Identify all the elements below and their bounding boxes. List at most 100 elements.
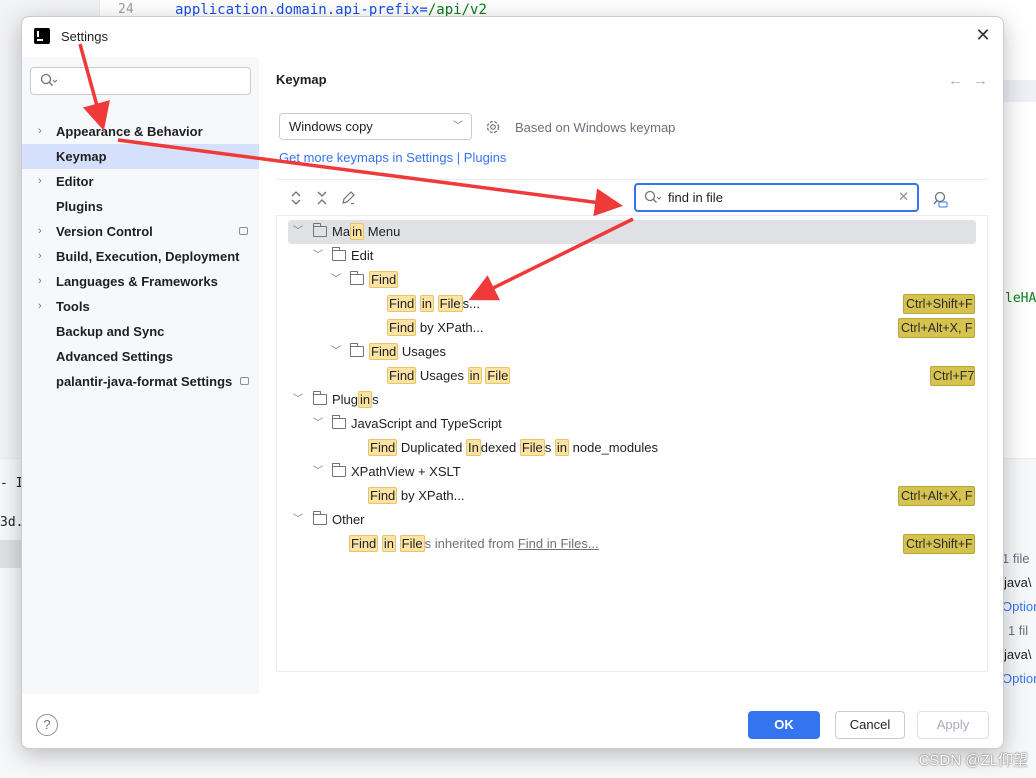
project-scope-icon bbox=[239, 227, 248, 235]
apply-button[interactable]: Apply bbox=[917, 711, 989, 739]
folder-icon bbox=[332, 463, 346, 477]
folder-icon bbox=[350, 343, 364, 357]
expand-all-icon[interactable] bbox=[288, 190, 304, 206]
get-more-keymaps-link[interactable]: Get more keymaps in Settings bbox=[279, 150, 453, 165]
keymap-select-value: Windows copy bbox=[289, 119, 373, 134]
edit-shortcut-icon[interactable] bbox=[340, 190, 356, 206]
tree-row-xpathview[interactable]: ﹀ XPathView + XSLT bbox=[277, 460, 987, 484]
tree-row-label: Edit bbox=[351, 248, 374, 263]
folder-icon bbox=[350, 271, 364, 285]
sidebar-item-languages[interactable]: › Languages & Frameworks bbox=[22, 269, 259, 294]
folder-icon bbox=[332, 247, 346, 261]
keymap-search-input[interactable] bbox=[668, 188, 888, 207]
sidebar-item-tools[interactable]: › Tools bbox=[22, 294, 259, 319]
chevron-down-icon: ﹀ bbox=[313, 418, 323, 429]
forward-arrow-icon[interactable]: → bbox=[973, 72, 998, 89]
plugins-link[interactable]: Plugins bbox=[464, 150, 507, 165]
chevron-right-icon: › bbox=[38, 275, 42, 287]
tree-row-label: Plug in s bbox=[332, 391, 379, 408]
settings-sidebar: › Appearance & Behavior Keymap › Editor Pl… bbox=[22, 57, 259, 694]
side-text-right: 1 file bbox=[1002, 551, 1030, 566]
sidebar-item-build[interactable]: › Build, Execution, Deployment bbox=[22, 244, 259, 269]
ok-button[interactable]: OK bbox=[748, 711, 820, 739]
chevron-right-icon: › bbox=[38, 250, 42, 262]
chevron-right-icon: › bbox=[38, 225, 42, 237]
tree-row-main-menu[interactable]: ﹀ Ma in Menu bbox=[288, 220, 976, 244]
settings-dialog: Settings ✕ › Appearance & Behavior Keymap… bbox=[21, 16, 1004, 749]
sidebar-item-version-control[interactable]: › Version Control bbox=[22, 219, 259, 244]
tree-row-label: Find in File s... bbox=[387, 295, 480, 312]
side-text-right: Option bbox=[1002, 671, 1036, 686]
folder-icon bbox=[313, 223, 327, 237]
watermark: CSDN @ZL仰望 bbox=[918, 752, 1028, 769]
chevron-down-icon: ﹀ bbox=[313, 466, 323, 477]
tree-row-plugins[interactable]: ﹀ Plug in s bbox=[277, 388, 987, 412]
bottom-selected-row bbox=[0, 540, 22, 568]
sidebar-item-advanced[interactable]: Advanced Settings bbox=[22, 344, 259, 369]
tree-row-label: Find Duplicated In dexed File s in node_mo… bbox=[368, 439, 658, 456]
tree-row-find-usages[interactable]: ﹀ Find Usages bbox=[277, 340, 987, 364]
chevron-down-icon: ﹀ bbox=[293, 394, 303, 405]
tree-row-find-duplicated[interactable]: Find Duplicated In dexed File s in node_mo… bbox=[277, 436, 987, 460]
shortcut-badge: Ctrl+F7 bbox=[930, 366, 975, 386]
chevron-down-icon: ﹀ bbox=[331, 274, 341, 285]
intellij-logo-icon bbox=[34, 28, 50, 44]
tree-row-js-ts[interactable]: ﹀ JavaScript and TypeScript bbox=[277, 412, 987, 436]
sidebar-item-label: Tools bbox=[56, 299, 90, 314]
gear-icon[interactable] bbox=[484, 118, 502, 136]
cancel-button[interactable]: Cancel bbox=[835, 711, 905, 739]
sidebar-item-plugins[interactable]: Plugins bbox=[22, 194, 259, 219]
sidebar-item-editor[interactable]: › Editor bbox=[22, 169, 259, 194]
tree-row-edit[interactable]: ﹀ Edit bbox=[277, 244, 987, 268]
chevron-right-icon: › bbox=[38, 125, 42, 137]
sidebar-item-label: Appearance & Behavior bbox=[56, 124, 203, 139]
tree-row-find-in-files[interactable]: Find in File s... Ctrl+Shift+F bbox=[277, 292, 987, 316]
tree-row-label: Find Usages bbox=[369, 343, 446, 360]
shortcut-badge: Ctrl+Shift+F bbox=[903, 534, 975, 554]
tree-row-find[interactable]: ﹀ Find bbox=[277, 268, 987, 292]
sidebar-item-palantir[interactable]: palantir-java-format Settings bbox=[22, 369, 259, 394]
find-by-shortcut-icon[interactable] bbox=[931, 190, 949, 208]
tree-row-label: Ma in Menu bbox=[332, 223, 401, 240]
link-separator: | bbox=[456, 150, 461, 165]
sidebar-item-appearance[interactable]: › Appearance & Behavior bbox=[22, 119, 259, 144]
chevron-right-icon: › bbox=[38, 300, 42, 312]
search-icon bbox=[40, 73, 58, 86]
sidebar-item-label: Languages & Frameworks bbox=[56, 274, 218, 289]
keymap-search-field[interactable]: ✕ bbox=[634, 183, 919, 212]
sidebar-item-label: Advanced Settings bbox=[56, 349, 174, 364]
clear-search-icon[interactable]: ✕ bbox=[898, 189, 909, 205]
sidebar-item-label: Build, Execution, Deployment bbox=[56, 249, 240, 264]
help-button[interactable]: ? bbox=[36, 714, 58, 736]
tree-row-label: Find Usages in File bbox=[387, 367, 511, 384]
sidebar-item-label: Plugins bbox=[56, 199, 103, 214]
based-on-text: Based on Windows keymap bbox=[515, 120, 676, 135]
tree-row-find-by-xpath[interactable]: Find by XPath... Ctrl+Alt+X, F bbox=[277, 316, 987, 340]
sidebar-item-label: palantir-java-format Settings bbox=[56, 374, 233, 389]
tree-row-find-by-xpath-2[interactable]: Find by XPath... Ctrl+Alt+X, F bbox=[277, 484, 987, 508]
tree-row-find-in-files-inherited[interactable]: Find in File s inherited from Find in Fil… bbox=[277, 532, 987, 556]
get-more-keymaps: Get more keymaps in Settings | Plugins bbox=[279, 150, 506, 165]
close-icon[interactable]: ✕ bbox=[973, 25, 993, 45]
tree-row-label: Find bbox=[369, 271, 399, 288]
inherited-action-link[interactable]: Find in Files... bbox=[518, 536, 599, 551]
settings-search-input[interactable] bbox=[30, 67, 251, 95]
tree-row-label: Other bbox=[332, 512, 365, 527]
tree-row-find-usages-in-file[interactable]: Find Usages in File Ctrl+F7 bbox=[277, 364, 987, 388]
shortcut-badge: Ctrl+Alt+X, F bbox=[898, 318, 975, 338]
shortcut-badge: Ctrl+Shift+F bbox=[903, 294, 975, 314]
tree-row-other[interactable]: ﹀ Other bbox=[277, 508, 987, 532]
keymap-actions-tree: ﹀ Ma in Menu ﹀ Edit ﹀ Find Find in File s.… bbox=[276, 215, 988, 672]
tree-row-label: Find in File s inherited from Find in Fil… bbox=[349, 535, 599, 552]
chevron-down-icon: ﹀ bbox=[293, 514, 303, 525]
sidebar-item-label: Editor bbox=[56, 174, 94, 189]
back-arrow-icon[interactable]: ← bbox=[948, 72, 973, 89]
side-text-right: leHAi bbox=[1005, 291, 1036, 306]
collapse-all-icon[interactable] bbox=[314, 190, 330, 206]
line-number: 24 bbox=[118, 2, 134, 17]
keymap-select[interactable]: Windows copy ﹀ bbox=[279, 113, 472, 140]
page-title: Keymap bbox=[276, 72, 327, 87]
sidebar-item-backup[interactable]: Backup and Sync bbox=[22, 319, 259, 344]
sidebar-item-keymap[interactable]: Keymap bbox=[22, 144, 259, 169]
editor-caret-line bbox=[1000, 80, 1036, 102]
